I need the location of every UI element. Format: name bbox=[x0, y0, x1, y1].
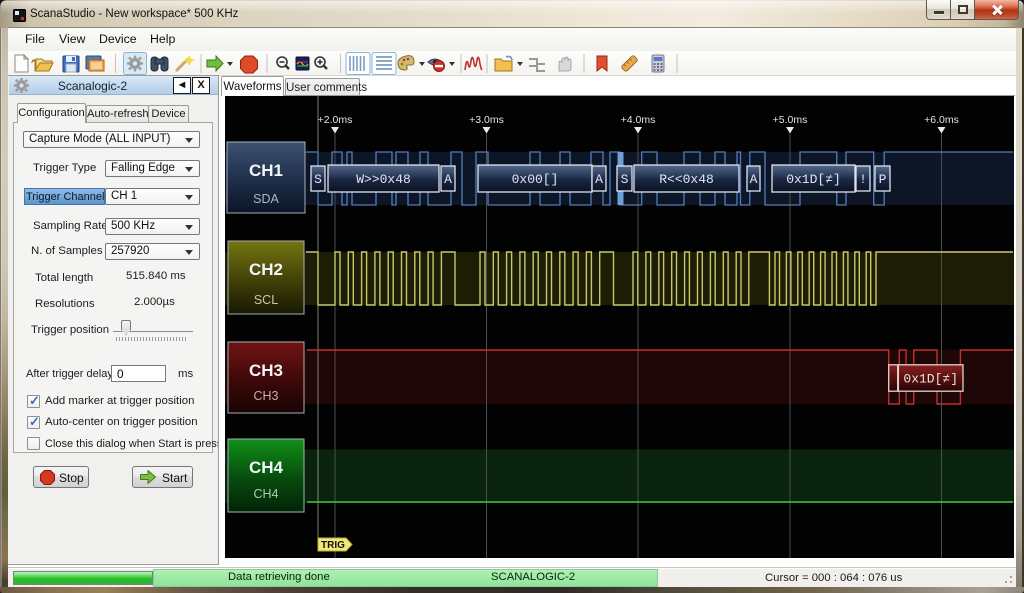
svg-text:A: A bbox=[750, 172, 758, 187]
svg-text:CH4: CH4 bbox=[253, 487, 278, 501]
svg-text:+2.0ms: +2.0ms bbox=[318, 114, 353, 126]
svg-text:CH1: CH1 bbox=[249, 161, 283, 180]
svg-text:CH3: CH3 bbox=[253, 389, 278, 403]
svg-text:CH2: CH2 bbox=[249, 260, 283, 279]
svg-text:A: A bbox=[595, 172, 603, 187]
svg-text:+6.0ms: +6.0ms bbox=[924, 114, 959, 126]
svg-text:0x00[]: 0x00[] bbox=[512, 172, 559, 187]
svg-text:P: P bbox=[879, 172, 887, 187]
svg-text:0x1D[≠]: 0x1D[≠] bbox=[903, 372, 958, 387]
svg-text:R<<0x48: R<<0x48 bbox=[659, 172, 714, 187]
svg-text:0x1D[≠]: 0x1D[≠] bbox=[786, 172, 841, 187]
svg-text:+5.0ms: +5.0ms bbox=[773, 114, 808, 126]
svg-text:+4.0ms: +4.0ms bbox=[621, 114, 656, 126]
svg-text:+3.0ms: +3.0ms bbox=[469, 114, 504, 126]
svg-text:CH4: CH4 bbox=[249, 458, 284, 477]
svg-text:SCL: SCL bbox=[254, 293, 278, 307]
svg-text:CH3: CH3 bbox=[249, 361, 283, 380]
svg-text:S: S bbox=[621, 172, 629, 187]
svg-text:W>>0x48: W>>0x48 bbox=[356, 172, 411, 187]
svg-text:A: A bbox=[444, 172, 452, 187]
svg-text:SDA: SDA bbox=[253, 192, 279, 206]
svg-text:S: S bbox=[314, 172, 322, 187]
svg-text:TRIG: TRIG bbox=[321, 540, 345, 551]
svg-text:!: ! bbox=[859, 172, 867, 187]
